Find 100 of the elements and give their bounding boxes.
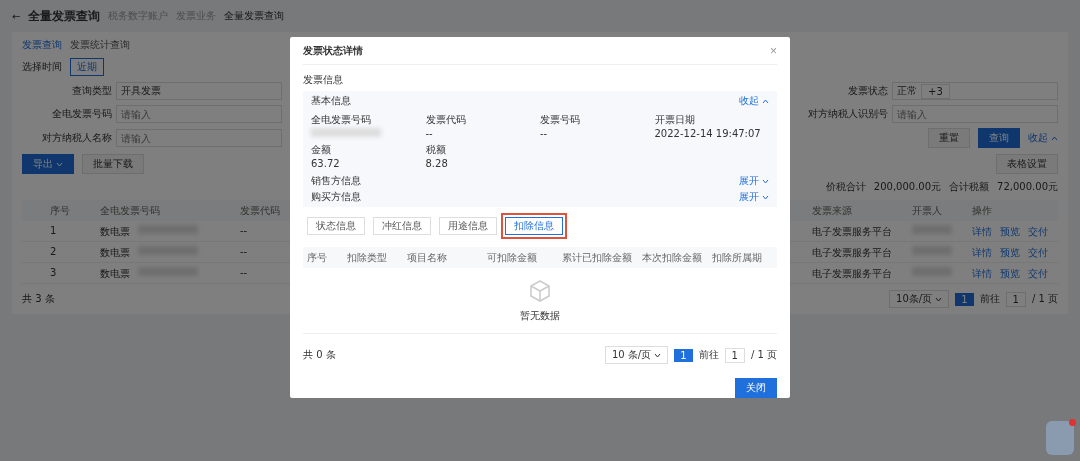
table-cell: 数电票 bbox=[96, 263, 236, 284]
field-label: 开票日期 bbox=[654, 113, 696, 128]
header-cell-text: 序号 bbox=[306, 251, 328, 266]
field-label: 全电发票号码 bbox=[311, 113, 372, 128]
tab[interactable]: 扣除信息 bbox=[505, 217, 563, 236]
header-cell-text: 发票代码 bbox=[239, 204, 281, 218]
chevron-up-icon bbox=[762, 99, 769, 105]
tab[interactable]: 发票查询 bbox=[22, 38, 62, 52]
reset-button[interactable]: 重置 bbox=[928, 128, 970, 148]
action-link[interactable]: 预览 bbox=[1000, 225, 1020, 237]
back-button[interactable]: ← bbox=[12, 10, 21, 22]
chevron-down-icon bbox=[762, 195, 769, 201]
select-field[interactable]: 正常 +3 bbox=[892, 82, 1058, 100]
close-button[interactable]: × bbox=[770, 43, 777, 58]
chevron-down-icon bbox=[935, 297, 943, 302]
table-cell: 电子发票服务平台 bbox=[808, 263, 908, 284]
page-count: / 1 页 bbox=[750, 348, 777, 362]
header-cell-text: 扣除类型 bbox=[346, 251, 388, 266]
action-link[interactable]: 详情 bbox=[972, 246, 992, 258]
field-label: 查询类型 bbox=[71, 84, 112, 98]
table-cell: 电子发票服务平台 bbox=[808, 221, 908, 242]
summary-value: 200,000.00元 bbox=[873, 180, 942, 194]
toggle-link[interactable]: 收起 bbox=[739, 94, 769, 109]
breadcrumb[interactable]: 全量发票查询 bbox=[224, 9, 285, 23]
group-title: 购买方信息 bbox=[311, 190, 361, 205]
page-count: / 1 页 bbox=[1031, 292, 1058, 306]
header-cell-text: 可扣除金额 bbox=[486, 251, 538, 266]
action-link[interactable]: 交付 bbox=[1028, 246, 1048, 258]
box-icon bbox=[529, 278, 551, 303]
action-link[interactable]: 详情 bbox=[972, 225, 992, 237]
summary-label: 价税合计 bbox=[825, 180, 866, 194]
goto-label: 前往 bbox=[698, 348, 719, 362]
page-size-select[interactable]: 10 条/页 bbox=[604, 346, 669, 364]
input-field[interactable]: 请输入 bbox=[116, 105, 282, 123]
action-link[interactable]: 详情 bbox=[972, 267, 992, 279]
group-title: 销售方信息 bbox=[311, 174, 361, 189]
field-label: 发票状态 bbox=[847, 84, 888, 98]
field-label: 税额 bbox=[425, 143, 447, 158]
table-cell: 数电票 bbox=[96, 221, 236, 242]
header-cell-text: 扣除所属期 bbox=[711, 251, 763, 266]
header-cell-text: 累计已扣除金额 bbox=[561, 251, 633, 266]
action-link[interactable]: 交付 bbox=[1028, 267, 1048, 279]
action-link[interactable]: 预览 bbox=[1000, 267, 1020, 279]
dialog-title: 发票状态详情 bbox=[303, 43, 363, 58]
chevron-down-icon bbox=[654, 353, 662, 358]
input-field[interactable]: 请输入 bbox=[892, 105, 1058, 123]
batch-download-button[interactable]: 批量下载 bbox=[82, 154, 144, 174]
field-label: 对方纳税人识别号 bbox=[807, 107, 888, 121]
header-cell-text: 发票来源 bbox=[811, 204, 853, 218]
summary-label: 合计税额 bbox=[949, 180, 990, 194]
tab[interactable]: 用途信息 bbox=[439, 217, 497, 236]
field-label: 金额 bbox=[311, 143, 332, 158]
chevron-up-icon bbox=[1051, 136, 1058, 141]
page-number[interactable]: 1 bbox=[955, 292, 974, 306]
close-button[interactable]: 关闭 bbox=[735, 378, 777, 398]
field-label: 发票代码 bbox=[425, 113, 467, 128]
empty-text: 暂无数据 bbox=[520, 308, 560, 323]
group-title: 基本信息 bbox=[311, 94, 351, 109]
field-value: -- bbox=[540, 128, 549, 140]
table-settings-button[interactable]: 表格设置 bbox=[996, 154, 1058, 174]
filter-label: 选择时间 bbox=[22, 60, 62, 74]
header-cell-text: 序号 bbox=[49, 204, 71, 218]
field-value: 2022-12-14 19:47:07 bbox=[654, 128, 762, 140]
header-cell-text: 开票人 bbox=[911, 204, 943, 218]
header-cell-text: 全电发票号码 bbox=[99, 204, 161, 218]
assistant-avatar[interactable] bbox=[1046, 421, 1074, 455]
header-cell-text: 本次扣除金额 bbox=[641, 251, 703, 266]
action-link[interactable]: 预览 bbox=[1000, 246, 1020, 258]
field-value: 63.72 bbox=[311, 158, 341, 170]
table-cell: 1 bbox=[46, 221, 96, 242]
page-number[interactable]: 1 bbox=[674, 348, 693, 362]
export-button[interactable]: 导出 bbox=[22, 154, 74, 174]
total-count: 共 3 条 bbox=[22, 292, 55, 306]
action-link[interactable]: 交付 bbox=[1028, 225, 1048, 237]
collapse-link[interactable]: 收起 bbox=[1028, 131, 1058, 145]
tab[interactable]: 状态信息 bbox=[307, 217, 365, 236]
goto-label: 前往 bbox=[979, 292, 1000, 306]
input-field[interactable]: 请输入 bbox=[116, 129, 282, 147]
tab[interactable]: 冲红信息 bbox=[373, 217, 431, 236]
page-title: 全量发票查询 bbox=[28, 7, 101, 25]
section-title: 发票信息 bbox=[303, 73, 344, 88]
select-field[interactable]: 开具发票 bbox=[116, 82, 282, 100]
header-cell-text: 项目名称 bbox=[406, 251, 448, 266]
field-value: -- bbox=[425, 128, 434, 140]
goto-input[interactable]: 1 bbox=[1005, 291, 1026, 307]
search-button[interactable]: 查询 bbox=[978, 128, 1020, 148]
field-label: 全电发票号码 bbox=[51, 107, 112, 121]
tab[interactable]: 发票统计查询 bbox=[70, 38, 130, 52]
table-cell: 2 bbox=[46, 242, 96, 263]
field-label: 对方纳税人名称 bbox=[41, 131, 112, 145]
toggle-link[interactable]: 展开 bbox=[739, 174, 769, 189]
page-size-select[interactable]: 10条/页 bbox=[889, 290, 950, 308]
time-chip[interactable]: 近期 bbox=[70, 58, 104, 76]
chevron-down-icon bbox=[56, 162, 63, 167]
goto-input[interactable]: 1 bbox=[724, 347, 745, 363]
total-count: 共 0 条 bbox=[303, 348, 336, 362]
chevron-down-icon bbox=[762, 179, 769, 185]
table-cell: 3 bbox=[46, 263, 96, 284]
table-cell: 电子发票服务平台 bbox=[808, 242, 908, 263]
toggle-link[interactable]: 展开 bbox=[739, 190, 769, 205]
